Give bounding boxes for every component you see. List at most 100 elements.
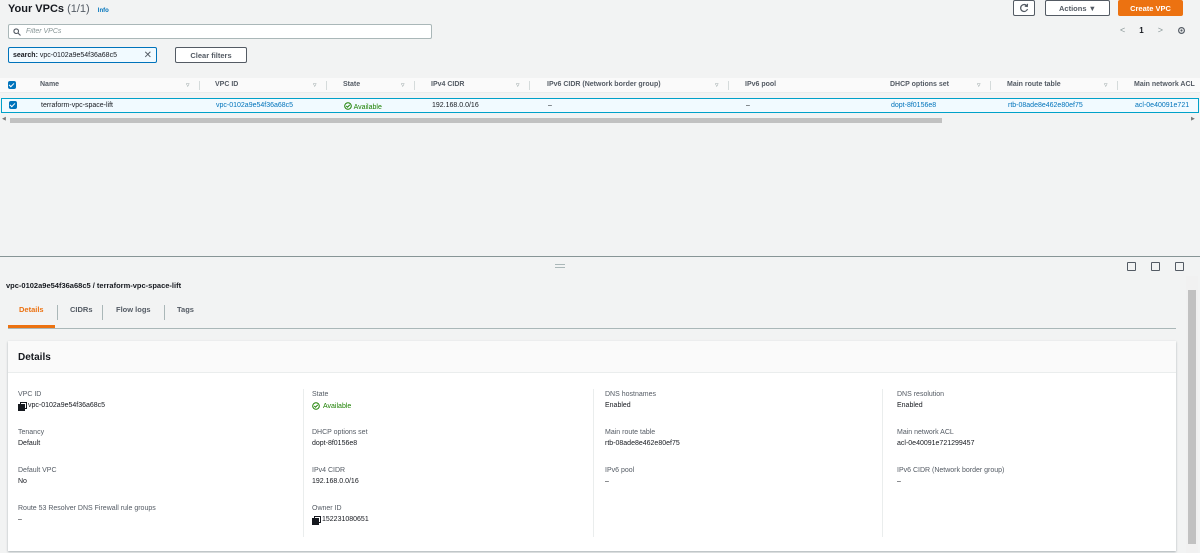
main-route-table-value[interactable]: rtb-08ade8e462e80ef75 — [605, 440, 875, 447]
col-divider — [990, 81, 991, 90]
sort-ipv4-icon[interactable]: ▿ — [516, 81, 520, 89]
col-ipv6-pool[interactable]: IPv6 pool — [745, 81, 776, 88]
tab-tags[interactable]: Tags — [177, 305, 194, 323]
refresh-button[interactable] — [1013, 0, 1035, 16]
cell-ipv6-pool: – — [746, 102, 750, 109]
sort-ipv6-icon[interactable]: ▿ — [715, 81, 719, 89]
active-tab-indicator — [8, 325, 55, 328]
select-all-checkbox[interactable] — [8, 81, 16, 89]
filter-input[interactable] — [26, 28, 406, 35]
scrollbar-thumb[interactable] — [10, 118, 942, 123]
details-column-2: State Available DHCP options set dopt-8f… — [312, 391, 582, 543]
dns-resolution-label: DNS resolution — [897, 391, 945, 398]
vpc-id-value: vpc-0102a9e54f36a68c5 — [28, 402, 106, 409]
col-name[interactable]: Name — [40, 81, 59, 88]
col-divider — [326, 81, 327, 90]
details-card-header: Details — [8, 341, 1176, 373]
tab-cidrs[interactable]: CIDRs — [70, 305, 93, 323]
tab-divider — [164, 305, 165, 320]
check-circle-icon — [312, 402, 320, 410]
col-route-table[interactable]: Main route table — [1007, 81, 1061, 88]
col-state[interactable]: State — [343, 81, 360, 88]
tab-details[interactable]: Details — [19, 305, 44, 323]
col-dhcp[interactable]: DHCP options set — [890, 81, 949, 88]
main-route-table-label: Main route table — [605, 429, 656, 436]
dns-resolution-value: Enabled — [897, 402, 923, 409]
filter-token-prefix: search: — [13, 51, 38, 59]
copy-icon[interactable] — [18, 402, 27, 411]
panel-full-icon[interactable] — [1175, 262, 1184, 271]
remove-token-icon[interactable]: ✕ — [144, 50, 152, 61]
dns-hostnames-label: DNS hostnames — [605, 391, 656, 398]
ipv6-pool-value: – — [605, 478, 609, 485]
cell-state: Available — [344, 102, 382, 111]
col-ipv4[interactable]: IPv4 CIDR — [431, 81, 464, 88]
horizontal-scrollbar[interactable]: ◀ ▶ — [0, 116, 1200, 125]
cell-state-text: Available — [353, 104, 382, 111]
filter-token-value: vpc-0102a9e54f36a68c5 — [39, 51, 117, 59]
ipv6-cidr-value: – — [897, 478, 901, 485]
cell-vpc-id[interactable]: vpc-0102a9e54f36a68c5 — [216, 102, 293, 109]
default-vpc-value: No — [18, 478, 27, 485]
pagination: < 1 > — [1120, 25, 1186, 35]
info-link[interactable]: Info — [98, 8, 109, 14]
ipv6-pool-label: IPv6 pool — [605, 467, 635, 474]
tab-divider — [102, 305, 103, 320]
col-divider — [728, 81, 729, 90]
col-divider — [199, 81, 200, 90]
cell-route-table[interactable]: rtb-08ade8e462e80ef75 — [1008, 102, 1083, 109]
owner-id-label: Owner ID — [312, 505, 342, 512]
copy-icon[interactable] — [312, 516, 321, 525]
cell-dhcp[interactable]: dopt-8f0156e8 — [891, 102, 936, 109]
cell-ipv6: – — [548, 102, 552, 109]
table-row[interactable]: terraform-vpc-space-lift vpc-0102a9e54f3… — [1, 98, 1199, 113]
row-checkbox[interactable] — [9, 101, 17, 109]
main-acl-label: Main network ACL — [897, 429, 954, 436]
ipv6-cidr-label: IPv6 CIDR (Network border group) — [897, 467, 1005, 474]
resize-handle-icon[interactable] — [555, 264, 565, 268]
vertical-scrollbar-thumb[interactable] — [1188, 290, 1196, 544]
column-divider — [882, 389, 883, 537]
check-circle-icon — [344, 102, 352, 110]
filter-box[interactable] — [8, 24, 432, 39]
settings-icon[interactable] — [1177, 26, 1186, 35]
vpc-id-label: VPC ID — [18, 391, 42, 398]
sort-dhcp-icon[interactable]: ▿ — [977, 81, 981, 89]
col-ipv6[interactable]: IPv6 CIDR (Network border group) — [547, 81, 661, 88]
cell-acl[interactable]: acl-0e40091e721 — [1135, 102, 1189, 109]
scroll-right-icon[interactable]: ▶ — [1191, 116, 1195, 122]
page-number[interactable]: 1 — [1139, 26, 1143, 35]
col-divider — [529, 81, 530, 90]
ipv4-label: IPv4 CIDR — [312, 467, 346, 474]
search-icon — [13, 27, 21, 36]
ipv4-value: 192.168.0.0/16 — [312, 478, 359, 485]
panel-side-icon[interactable] — [1151, 262, 1160, 271]
tenancy-label: Tenancy — [18, 429, 45, 436]
col-acl[interactable]: Main network ACL — [1134, 81, 1195, 88]
sort-name-icon[interactable]: ▿ — [186, 81, 190, 89]
actions-button[interactable]: Actions ▼ — [1045, 0, 1110, 16]
sort-vpcid-icon[interactable]: ▿ — [313, 81, 317, 89]
split-divider[interactable] — [0, 256, 1200, 257]
clear-filters-button[interactable]: Clear filters — [175, 47, 247, 63]
sort-state-icon[interactable]: ▿ — [401, 81, 405, 89]
cell-ipv4: 192.168.0.0/16 — [432, 102, 479, 109]
scroll-left-icon[interactable]: ◀ — [2, 116, 6, 122]
panel-bottom-icon[interactable] — [1127, 262, 1136, 271]
main-acl-value[interactable]: acl-0e40091e721299457 — [897, 440, 1167, 447]
sort-route-icon[interactable]: ▿ — [1104, 81, 1108, 89]
dhcp-label: DHCP options set — [312, 429, 368, 436]
state-value: Available — [323, 402, 352, 410]
tab-flow-logs[interactable]: Flow logs — [116, 305, 151, 323]
vertical-scrollbar[interactable] — [1186, 276, 1198, 553]
details-card-title: Details — [18, 352, 51, 363]
cell-name: terraform-vpc-space-lift — [41, 102, 113, 109]
create-vpc-button[interactable]: Create VPC — [1118, 0, 1183, 16]
next-page-button[interactable]: > — [1158, 25, 1163, 35]
col-divider — [414, 81, 415, 90]
prev-page-button[interactable]: < — [1120, 25, 1125, 35]
col-vpc-id[interactable]: VPC ID — [215, 81, 238, 88]
page-title-text: Your VPCs — [8, 3, 65, 15]
dhcp-value[interactable]: dopt-8f0156e8 — [312, 440, 582, 447]
filter-token: search: vpc-0102a9e54f36a68c5 ✕ — [8, 47, 157, 63]
